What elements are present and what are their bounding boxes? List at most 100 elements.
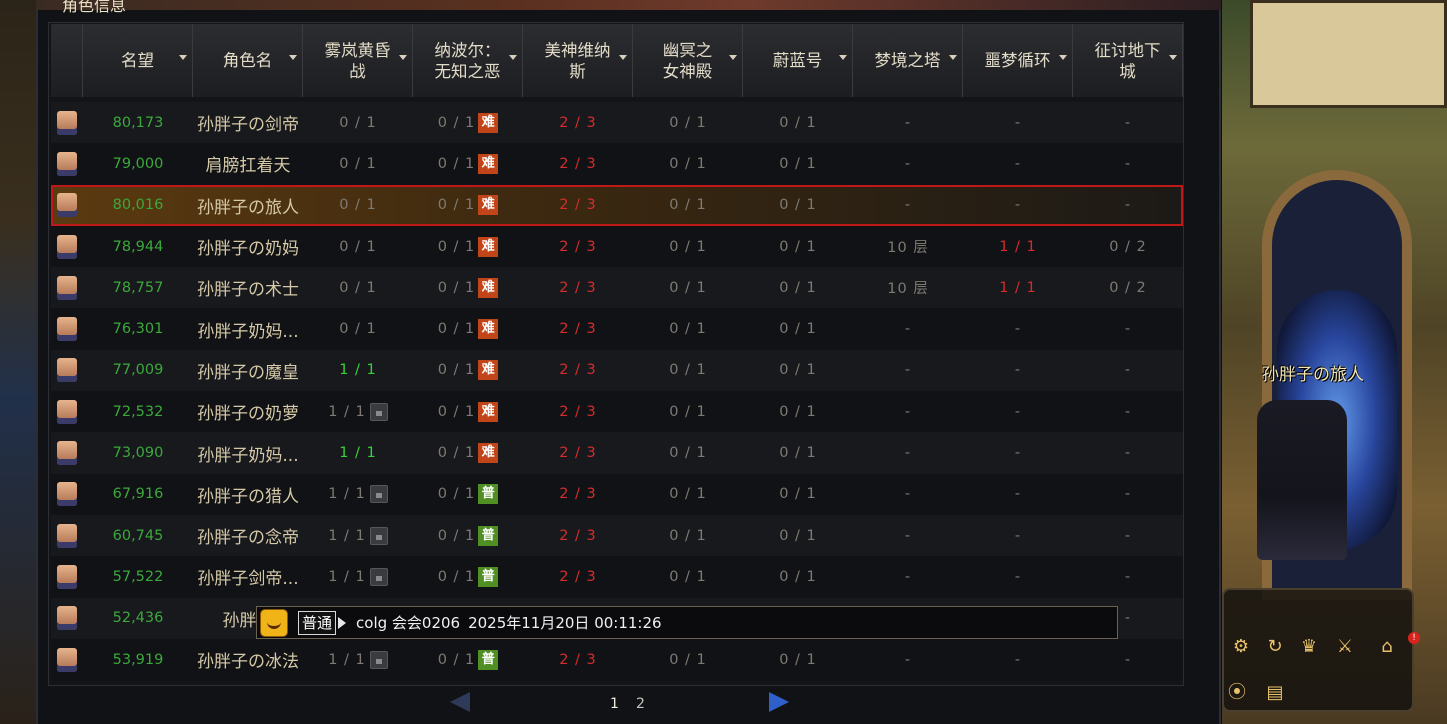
sort-arrow-icon[interactable] <box>1169 55 1177 60</box>
page-number-2[interactable]: 2 <box>636 696 645 712</box>
emoji-face-icon[interactable] <box>260 608 288 637</box>
minimap[interactable] <box>1250 0 1447 108</box>
fog-dusk-cell-text: 0 / 1 <box>339 155 377 172</box>
column-header-nabor[interactable]: 纳波尔： 无知之恶 <box>413 24 523 97</box>
nightmare-cell-text: - <box>1014 197 1022 214</box>
conquest-cell-text: - <box>1124 403 1132 420</box>
dream-tower-cell: - <box>853 308 963 349</box>
fame-cell: 60,745 <box>83 515 193 556</box>
character-row[interactable]: 80,173 孙胖子の剑帝 0 / 10 / 1难2 / 30 / 10 / 1--… <box>51 102 1183 144</box>
character-row[interactable]: 80,016 孙胖子の旅人 0 / 10 / 1难2 / 30 / 10 / 1--… <box>51 184 1183 226</box>
nabor-cell-text: 0 / 1 <box>437 651 476 668</box>
underworld-cell: 0 / 1 <box>633 432 743 473</box>
underworld-cell: 0 / 1 <box>633 639 743 680</box>
fog-dusk-cell-text: 0 / 1 <box>339 114 377 131</box>
channel-arrow-icon[interactable] <box>338 616 347 629</box>
column-header-underworld-temple[interactable]: 幽冥之 女神殿 <box>633 24 743 97</box>
sort-arrow-icon[interactable] <box>839 55 847 60</box>
character-name-cell-text: 孙胖子剑帝... <box>197 569 299 590</box>
sort-arrow-icon[interactable] <box>289 55 297 60</box>
sort-arrow-icon[interactable] <box>399 55 407 60</box>
pagination: 1 2 <box>444 690 804 718</box>
character-avatar <box>57 564 77 589</box>
fame-cell-text: 80,016 <box>112 197 164 214</box>
fog-dusk-cell-text: 0 / 1 <box>339 197 377 214</box>
sort-arrow-icon[interactable] <box>509 55 517 60</box>
azure-cell: 0 / 1 <box>743 143 853 184</box>
column-header-venus[interactable]: 美神维纳 斯 <box>523 24 633 97</box>
underworld-cell-text: 0 / 1 <box>669 238 707 255</box>
character-row[interactable]: 72,532 孙胖子の奶萝 1 / 10 / 1难2 / 30 / 10 / 1--… <box>51 391 1183 433</box>
character-row[interactable]: 76,301 孙胖子奶妈... 0 / 10 / 1难2 / 30 / 10 / 1… <box>51 308 1183 350</box>
difficulty-badge: 普 <box>478 484 499 505</box>
dream-tower-cell-text: - <box>904 362 912 379</box>
character-name-cell: 肩膀扛着天 <box>193 143 303 184</box>
battle-icon[interactable]: ⚔ <box>1332 634 1358 660</box>
difficulty-badge: 难 <box>478 360 499 381</box>
character-row[interactable]: 60,745 孙胖子の念帝 1 / 10 / 1普2 / 30 / 10 / 1--… <box>51 514 1183 557</box>
character-name-cell-text: 肩膀扛着天 <box>205 156 291 177</box>
venus-cell-text: 2 / 3 <box>559 362 597 379</box>
page-number-1[interactable]: 1 <box>610 696 619 712</box>
column-header-label: 梦境之塔 <box>874 51 941 70</box>
difficulty-badge: 普 <box>478 566 499 587</box>
underworld-cell-text: 0 / 1 <box>669 527 707 544</box>
game-scene: 孙胖子の旅人 ⚙ ↻ ♛ ⚔ ⌂ ⦿ ▤ ! <box>1222 0 1447 724</box>
azure-cell: 0 / 1 <box>743 639 853 680</box>
sort-arrow-icon[interactable] <box>619 55 627 60</box>
character-table-body: 80,173 孙胖子の剑帝 0 / 10 / 1难2 / 30 / 10 / 1--… <box>51 102 1183 681</box>
underworld-cell: 0 / 1 <box>633 308 743 349</box>
prev-page-arrow-icon[interactable] <box>450 692 470 712</box>
player-character[interactable] <box>1257 400 1347 560</box>
book-icon[interactable]: ▤ <box>1262 680 1288 706</box>
column-header-fog-dusk[interactable]: 雾岚黄昏 战 <box>303 24 413 97</box>
conquest-cell: - <box>1073 143 1183 184</box>
character-name-cell-text: 孙胖子の奶萝 <box>197 404 299 425</box>
column-header-conquest-dungeon[interactable]: 征讨地下 城 <box>1073 24 1183 97</box>
character-name-cell: 孙胖子奶妈... <box>193 308 303 349</box>
character-row[interactable]: 77,009 孙胖子の魔皇 1 / 10 / 1难2 / 30 / 10 / 1--… <box>51 349 1183 392</box>
dream-tower-cell-text: - <box>904 155 912 172</box>
nightmare-cell: 1 / 1 <box>963 267 1073 308</box>
character-row[interactable]: 53,919 孙胖子の冰法 1 / 10 / 1普2 / 30 / 10 / 1--… <box>51 638 1183 681</box>
column-header-azure[interactable]: 蔚蓝号 <box>743 24 853 97</box>
conquest-cell: 0 / 2 <box>1073 267 1183 308</box>
column-header-dream-tower[interactable]: 梦境之塔 <box>853 24 963 97</box>
sort-arrow-icon[interactable] <box>729 55 737 60</box>
column-header-fame[interactable]: 名望 <box>83 24 193 97</box>
character-row[interactable]: 73,090 孙胖子奶妈... 1 / 10 / 1难2 / 30 / 10 / 1… <box>51 432 1183 474</box>
sort-arrow-icon[interactable] <box>1059 55 1067 60</box>
fame-cell: 67,916 <box>83 474 193 515</box>
difficulty-badge: 难 <box>478 401 499 422</box>
map-pin-icon[interactable]: ⦿ <box>1224 680 1250 706</box>
nightmare-cell-text: - <box>1014 114 1022 131</box>
character-row[interactable]: 57,522 孙胖子剑帝... 1 / 10 / 1普2 / 30 / 10 / 1… <box>51 556 1183 598</box>
nabor-cell: 0 / 1普 <box>413 639 523 680</box>
column-header-name[interactable]: 角色名 <box>193 24 303 97</box>
dream-tower-cell-text: - <box>904 568 912 585</box>
venus-cell-text: 2 / 3 <box>559 155 597 172</box>
azure-cell: 0 / 1 <box>743 226 853 267</box>
guild-crest-icon[interactable]: ♛ <box>1296 634 1322 660</box>
quick-menu-hud: ⚙ ↻ ♛ ⚔ ⌂ ⦿ ▤ <box>1222 588 1414 712</box>
sort-arrow-icon[interactable] <box>179 55 187 60</box>
chat-channel-label[interactable]: 普通 <box>298 610 337 635</box>
column-header-nightmare-cycle[interactable]: 噩梦循环 <box>963 24 1073 97</box>
dream-tower-cell-text: - <box>904 445 912 462</box>
nightmare-cell: - <box>963 474 1073 515</box>
difficulty-badge: 难 <box>478 112 499 133</box>
home-icon[interactable]: ⌂ <box>1374 634 1400 660</box>
refresh-icon[interactable]: ↻ <box>1262 634 1288 660</box>
sort-arrow-icon[interactable] <box>949 55 957 60</box>
next-page-arrow-icon[interactable] <box>769 692 789 712</box>
character-row[interactable]: 79,000 肩膀扛着天 0 / 10 / 1难2 / 30 / 10 / 1--- <box>51 143 1183 185</box>
underworld-cell: 0 / 1 <box>633 474 743 515</box>
settings-gear-icon[interactable]: ⚙ <box>1228 634 1254 660</box>
character-row[interactable]: 67,916 孙胖子の猎人 1 / 10 / 1普2 / 30 / 10 / 1--… <box>51 473 1183 515</box>
character-row[interactable]: 78,944 孙胖子の奶妈 0 / 10 / 1难2 / 30 / 10 / 1 10… <box>51 225 1183 268</box>
column-header-label: 纳波尔： 无知之恶 <box>434 40 501 81</box>
nabor-cell-text: 0 / 1 <box>437 238 476 255</box>
fame-cell: 76,301 <box>83 308 193 349</box>
fame-cell: 79,000 <box>83 143 193 184</box>
character-row[interactable]: 78,757 孙胖子の术士 0 / 10 / 1难2 / 30 / 10 / 1 10… <box>51 267 1183 309</box>
